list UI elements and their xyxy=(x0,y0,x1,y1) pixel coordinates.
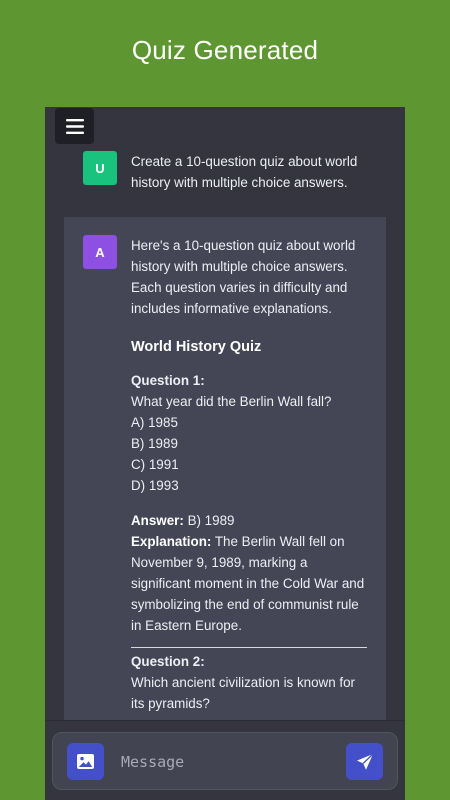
assistant-intro: Here's a 10-question quiz about world hi… xyxy=(131,238,356,316)
answer-label: Answer: xyxy=(131,513,184,528)
user-avatar: U xyxy=(83,151,117,185)
send-button[interactable] xyxy=(346,743,383,780)
question-label: Question 2: xyxy=(131,654,205,669)
option-c: C) 1991 xyxy=(131,457,179,472)
user-message: U Create a 10-question quiz about world … xyxy=(45,151,405,193)
quiz-title: World History Quiz xyxy=(131,339,262,355)
question-divider xyxy=(131,647,367,648)
assistant-avatar-letter: A xyxy=(95,244,105,260)
composer-bar xyxy=(45,720,405,800)
question-text: What year did the Berlin Wall fall? xyxy=(131,394,332,409)
answer-block: Answer: B) 1989 Explanation: The Berlin … xyxy=(131,510,370,636)
question-text: Which ancient civilization is known for … xyxy=(131,675,356,711)
question-1: Question 1: What year did the Berlin Wal… xyxy=(131,370,370,636)
message-input[interactable] xyxy=(121,749,321,775)
page-title: Quiz Generated xyxy=(131,34,319,65)
attach-image-button[interactable] xyxy=(67,743,104,780)
option-a: A) 1985 xyxy=(131,415,178,430)
hamburger-icon xyxy=(65,118,84,134)
answer-line: Answer: B) 1989 xyxy=(131,510,370,531)
menu-button[interactable] xyxy=(55,108,94,144)
assistant-message: A Here's a 10-question quiz about world … xyxy=(64,217,386,727)
user-avatar-letter: U xyxy=(95,160,105,176)
message-composer xyxy=(52,732,398,790)
screen-header: Quiz Generated xyxy=(0,0,450,100)
question-label: Question 1: xyxy=(131,373,205,388)
image-icon xyxy=(77,754,94,769)
option-d: D) 1993 xyxy=(131,478,179,493)
chat-screen: U Create a 10-question quiz about world … xyxy=(45,107,405,800)
send-icon xyxy=(356,753,373,770)
assistant-avatar: A xyxy=(83,235,117,269)
question-2: Question 2: Which ancient civilization i… xyxy=(131,651,370,714)
explanation-label: Explanation: xyxy=(131,534,212,549)
option-b: B) 1989 xyxy=(131,436,178,451)
user-message-text: Create a 10-question quiz about world hi… xyxy=(131,154,358,190)
answer-value: B) 1989 xyxy=(183,513,235,528)
explanation-line: Explanation: The Berlin Wall fell on Nov… xyxy=(131,531,370,636)
